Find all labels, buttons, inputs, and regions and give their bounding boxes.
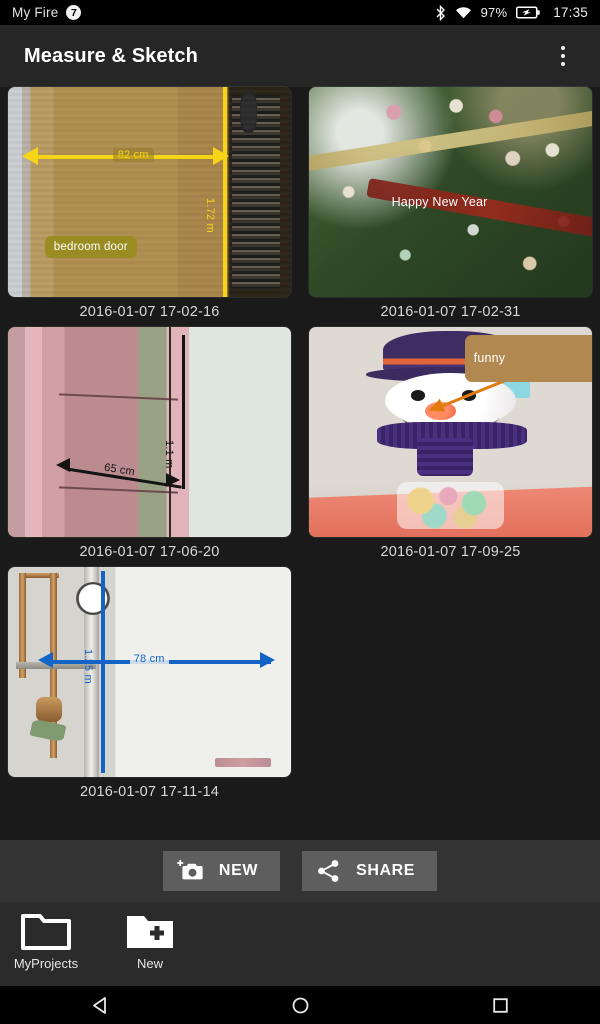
photo-bedroom-door [8,87,291,297]
overflow-menu-icon[interactable] [550,39,576,73]
gallery-item[interactable]: 1.25 m 78 cm 2016-01-07 17-11-14 [4,567,295,807]
thumbnail-snowman[interactable]: funny [309,327,592,537]
photo-christmas-tree [309,87,592,297]
back-triangle-icon [92,996,106,1014]
dock-bar: MyProjects New [0,902,600,986]
clock: 17:35 [553,5,588,20]
recents-button[interactable] [470,986,530,1024]
photo-snowman [309,327,592,537]
photo-detail-panel-line-bottom [58,486,178,494]
new-button[interactable]: NEW [162,851,281,891]
photo-detail-shelf [231,95,280,289]
photo-detail-edge [169,327,172,537]
device-name: My Fire [12,5,59,20]
thumbnail-pink-door[interactable]: 1.1 m 65 cm [8,327,291,537]
photo-pink-door [8,327,291,537]
app-bar: Measure & Sketch [0,25,600,87]
gallery-item-caption: 2016-01-07 17-02-31 [380,304,521,320]
status-bar: My Fire 7 97% 17:35 [0,0,600,25]
photo-detail-tinsel [309,108,592,173]
dock-item-myprojects[interactable]: MyProjects [6,910,86,971]
new-button-label: NEW [218,862,259,879]
photo-detail-eye-left [410,390,426,401]
photo-detail-shelf-top [240,91,258,134]
app-root: My Fire 7 97% 17:35 Measure & Sketch 82 … [0,0,600,1024]
share-icon [318,860,339,882]
photo-detail-panel-line-top [58,393,178,401]
wifi-icon [455,7,471,19]
dock-item-new[interactable]: New [110,910,190,971]
bluetooth-icon [436,4,445,21]
photo-detail-valve [36,697,62,723]
status-bar-left: My Fire 7 [12,5,82,20]
page-title: Measure & Sketch [24,44,198,67]
share-button[interactable]: SHARE [302,851,438,891]
system-nav-bar [0,986,600,1024]
battery-charging-icon [516,6,540,19]
dock-label-new: New [136,956,163,971]
gallery-item-caption: 2016-01-07 17-02-16 [79,304,220,320]
device-badge: 7 [66,5,82,20]
back-button[interactable] [70,986,130,1024]
recents-square-icon [492,997,508,1013]
battery-percent: 97% [480,5,508,20]
status-bar-right: 97% 17:35 [435,4,588,21]
thumbnail-bedroom-door[interactable]: 82 cm 1.72 m bedroom door [8,87,291,297]
action-bar: NEW SHARE [0,840,600,902]
gallery-item[interactable]: 1.1 m 65 cm 2016-01-07 17-06-20 [4,327,295,567]
home-button[interactable] [270,986,330,1024]
thumbnail-christmas-tree[interactable]: Happy New Year [309,87,592,297]
photo-detail-valve-handle [29,719,66,743]
camera-add-icon [177,860,203,880]
gallery-item[interactable]: 82 cm 1.72 m bedroom door 2016-01-07 17-… [4,87,295,327]
thumbnail-plumbing[interactable]: 1.25 m 78 cm [8,567,291,777]
folder-add-icon [127,916,173,948]
gallery-item-caption: 2016-01-07 17-09-25 [380,544,521,560]
folder-icon [21,914,71,950]
photo-detail-brand-logo [214,758,272,767]
gallery-item[interactable]: funny 2016-01-07 17-09-25 [305,327,596,567]
home-circle-icon [292,997,308,1013]
photo-plumbing [8,567,291,777]
share-button-label: SHARE [356,862,416,879]
dock-label-myprojects: MyProjects [13,956,79,971]
photo-detail-crossbar [16,661,96,669]
photo-detail-pressure-gauge [75,581,110,616]
photo-detail-eye-right [461,390,476,401]
photo-detail-candy-jar [396,482,505,529]
gallery-item[interactable]: Happy New Year 2016-01-07 17-02-31 [305,87,596,327]
photo-detail-scarf-tail [416,438,474,477]
gallery-item-caption: 2016-01-07 17-06-20 [79,544,220,560]
photo-detail-garland [365,178,592,242]
gallery-item-caption: 2016-01-07 17-11-14 [80,784,219,800]
project-gallery-grid: 82 cm 1.72 m bedroom door 2016-01-07 17-… [0,87,600,840]
